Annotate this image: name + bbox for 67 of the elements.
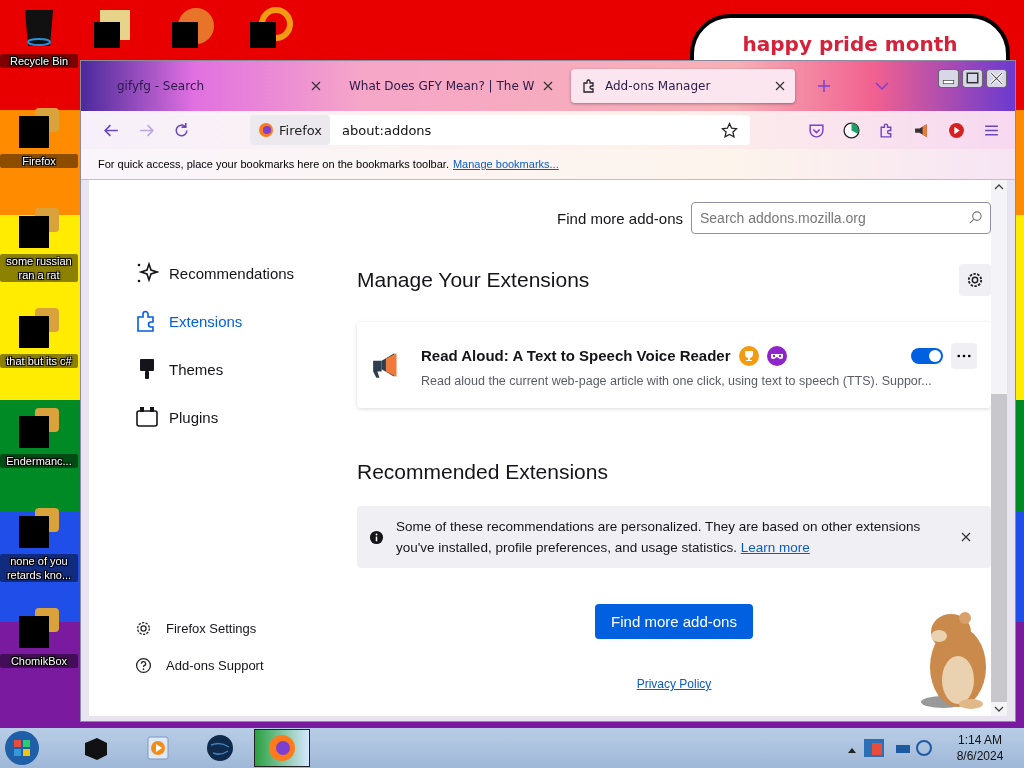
extension-card[interactable]: Read Aloud: A Text to Speech Voice Reader Read aloud the current web-page article with one click, using text to speech (TTS). Suppor... [357, 322, 991, 408]
more-icon [957, 353, 971, 358]
learn-more-link[interactable]: Learn more [740, 540, 810, 555]
desktop-icon-label[interactable]: some russian ran a rat [0, 254, 78, 282]
scroll-down-icon[interactable] [994, 706, 1004, 712]
section-heading: Recommended Extensions [357, 460, 609, 484]
sidebar-link[interactable]: Add-ons Support [135, 657, 295, 674]
help-icon [135, 657, 152, 674]
browser-tab[interactable]: Add-ons Manager [571, 69, 795, 103]
sidebar-item[interactable]: Plugins [135, 404, 335, 430]
identity-badge[interactable]: Firefox [250, 115, 331, 145]
browser-tab[interactable]: What Does GFY Mean? | The W [339, 69, 563, 103]
play-icon[interactable] [948, 121, 965, 139]
puzzle-icon [581, 78, 597, 94]
banner-text: happy pride month [742, 32, 958, 56]
desktop-icon-label[interactable]: Firefox [0, 154, 78, 168]
trophy-badge-icon [738, 345, 759, 366]
reload-icon[interactable] [173, 121, 190, 139]
sidebar-link[interactable]: Firefox Settings [135, 620, 295, 637]
find-more-label: Find more add-ons [557, 209, 683, 227]
notice-text: Some of these recommendations are personalized. They are based on other extensions you've installed, profile preferences, and usage statistics. Learn more [396, 518, 922, 557]
taskbar-button[interactable] [254, 729, 310, 767]
pocket-icon[interactable] [808, 121, 825, 139]
globe-icon [205, 733, 235, 763]
sidebar-item[interactable]: Extensions [135, 308, 335, 334]
start-button-icon[interactable] [4, 730, 40, 766]
desktop-icon-label[interactable]: Recycle Bin [0, 54, 78, 68]
sidebar-item[interactable]: Recommendations [135, 260, 335, 286]
close-tab-icon[interactable] [311, 81, 321, 91]
maximize-icon[interactable] [962, 69, 983, 88]
page-heading: Manage Your Extensions [357, 268, 590, 292]
close-icon[interactable] [961, 532, 971, 542]
settings-button[interactable] [959, 264, 991, 296]
info-icon [369, 529, 384, 545]
desktop-icon-label[interactable]: that but its c# [0, 354, 78, 368]
sidebar-item[interactable]: Themes [135, 356, 335, 382]
bookmarks-notice: For quick access, place your bookmarks here on the bookmarks toolbar. [98, 158, 449, 170]
search-icon [968, 210, 983, 225]
more-options-button[interactable] [951, 342, 977, 369]
star-icon[interactable] [721, 121, 738, 139]
plugin-icon [135, 405, 159, 429]
close-tab-icon[interactable] [543, 81, 553, 91]
gear-icon [135, 620, 152, 637]
close-icon[interactable] [986, 69, 1007, 88]
desktop-icon-label[interactable]: none of you retards kno... [0, 554, 78, 582]
manage-bookmarks-link[interactable]: Manage bookmarks... [452, 158, 559, 170]
desktop-icon-label[interactable]: Endermanc... [0, 454, 78, 468]
extension-name: Read Aloud: A Text to Speech Voice Reader [421, 347, 731, 364]
sparkle-icon [135, 261, 159, 285]
pie-icon[interactable] [843, 121, 860, 139]
find-more-button[interactable]: Find more add-ons [595, 604, 753, 639]
desktop-icon-label[interactable]: ChomikBox [0, 654, 78, 668]
close-tab-icon[interactable] [775, 81, 785, 91]
extension-description: Read aloud the current web-page article with one click, using text to speech (TTS). Suppor... [421, 373, 933, 388]
scrollbar-thumb[interactable] [991, 394, 1007, 702]
scroll-up-icon[interactable] [994, 184, 1004, 190]
minimize-icon[interactable] [938, 69, 959, 88]
browser-tab[interactable]: gifyfg - Search [107, 69, 331, 103]
privacy-policy-link[interactable]: Privacy Policy [636, 677, 712, 691]
megaphone-icon[interactable] [913, 121, 930, 139]
firefox-icon [267, 733, 297, 763]
enable-toggle[interactable] [911, 347, 943, 364]
search-field[interactable]: Search addons.mozilla.org [691, 202, 991, 234]
clock[interactable]: 1:14 AM 8/6/2024 [940, 732, 1020, 764]
address-bar[interactable]: Firefox about:addons [250, 115, 750, 145]
settings-icon [966, 271, 984, 289]
mask-badge-icon [766, 345, 787, 366]
